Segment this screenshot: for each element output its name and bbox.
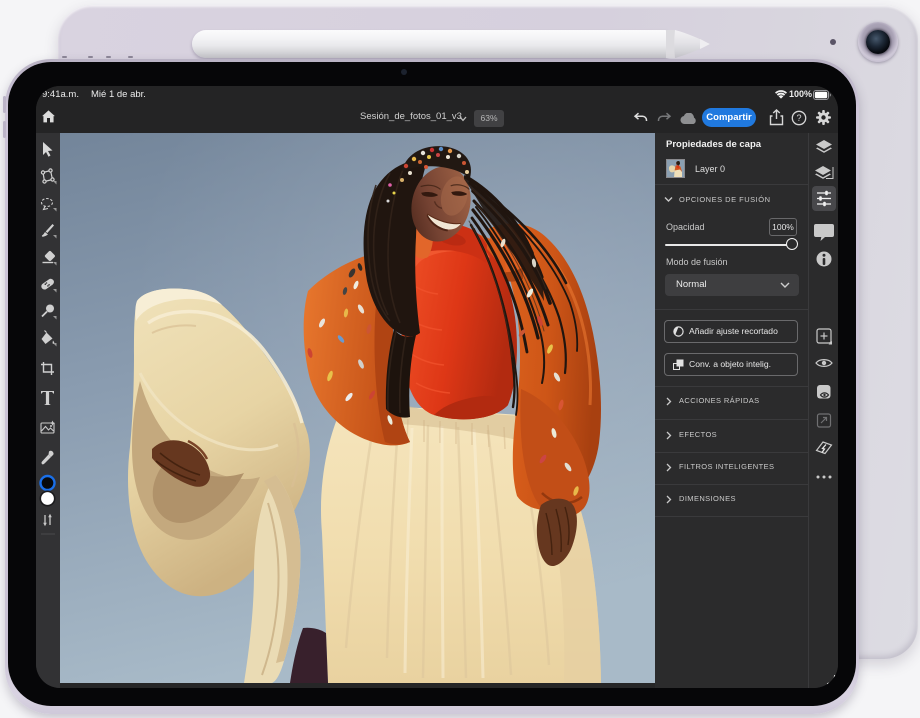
svg-text:?: ? — [796, 113, 801, 123]
